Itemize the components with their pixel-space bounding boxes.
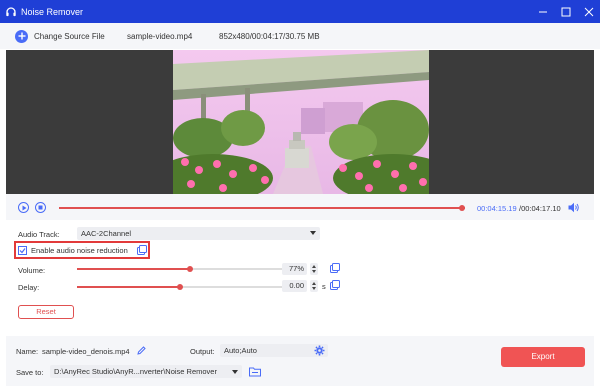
window-title: Noise Remover <box>21 6 84 17</box>
stop-button[interactable] <box>35 202 46 213</box>
volume-slider-fill <box>77 268 190 270</box>
volume-input[interactable]: 77% <box>282 263 307 275</box>
chevron-down-icon <box>232 369 238 374</box>
toolbar: Change Source File sample-video.mp4 852x… <box>0 23 600 49</box>
add-source-button[interactable] <box>15 29 28 43</box>
playback-bar: 00:04:15.19 /00:04:17.10 <box>6 194 594 220</box>
play-button[interactable] <box>18 202 29 213</box>
delay-unit: s <box>322 282 326 291</box>
export-button[interactable]: Export <box>501 347 585 367</box>
volume-stepper[interactable] <box>310 263 318 275</box>
check-icon <box>19 248 26 254</box>
source-file-info: 852x480/00:04:17/30.75 MB <box>219 32 320 41</box>
plus-icon <box>18 32 25 40</box>
noise-reduction-highlight: Enable audio noise reduction <box>14 241 150 259</box>
delay-stepper[interactable] <box>310 280 318 292</box>
audio-track-label: Audio Track: <box>18 230 60 239</box>
volume-icon[interactable] <box>568 202 580 213</box>
playback-handle[interactable] <box>459 205 466 211</box>
folder-icon[interactable] <box>249 366 261 379</box>
output-label: Output: <box>190 347 215 356</box>
volume-slider-handle[interactable] <box>186 266 193 272</box>
gear-icon[interactable] <box>314 345 325 357</box>
reset-button[interactable]: Reset <box>18 305 74 319</box>
playback-progress[interactable] <box>59 205 466 211</box>
video-frame[interactable] <box>173 50 429 194</box>
audio-track-value: AAC-2Channel <box>81 229 132 238</box>
delay-slider-handle[interactable] <box>176 284 183 290</box>
delay-apply-all-icon[interactable] <box>330 280 340 290</box>
name-label: Name: <box>16 347 39 356</box>
change-source-button[interactable]: Change Source File <box>34 32 105 41</box>
minimize-icon[interactable] <box>538 7 548 17</box>
delay-slider-fill <box>77 286 180 288</box>
volume-apply-all-icon[interactable] <box>330 263 340 273</box>
noise-reduction-label[interactable]: Enable audio noise reduction <box>31 246 128 255</box>
stop-icon <box>38 205 43 210</box>
edit-icon[interactable] <box>137 346 146 357</box>
total-time: /00:04:17.10 <box>519 204 561 213</box>
apply-all-icon[interactable] <box>137 245 147 255</box>
stepper-down-icon[interactable] <box>312 287 316 290</box>
video-preview <box>6 50 594 194</box>
output-format-value: Auto;Auto <box>224 346 257 355</box>
maximize-icon[interactable] <box>561 7 571 17</box>
volume-label: Volume: <box>18 266 46 275</box>
audio-settings: Audio Track: AAC-2Channel Enable audio n… <box>6 221 594 336</box>
current-time: 00:04:15.19 <box>477 204 517 213</box>
save-path-value: D:\AnyRec Studio\AnyR...nverter\Noise Re… <box>54 367 217 376</box>
stepper-up-icon[interactable] <box>312 282 316 285</box>
audio-track-select[interactable]: AAC-2Channel <box>77 227 320 240</box>
stepper-up-icon[interactable] <box>312 265 316 268</box>
noise-reduction-checkbox[interactable] <box>18 246 27 255</box>
headphones-icon <box>5 6 17 18</box>
save-to-label: Save to: <box>16 368 44 377</box>
title-bar: Noise Remover <box>0 0 600 23</box>
source-filename: sample-video.mp4 <box>127 32 193 41</box>
volume-slider[interactable] <box>77 266 282 272</box>
output-filename: sample-video_denois.mp4 <box>42 347 130 356</box>
output-footer: Name: sample-video_denois.mp4 Output: Au… <box>6 336 594 386</box>
output-format-field[interactable]: Auto;Auto <box>220 344 328 357</box>
save-path-select[interactable]: D:\AnyRec Studio\AnyR...nverter\Noise Re… <box>50 365 242 378</box>
stepper-down-icon[interactable] <box>312 270 316 273</box>
delay-label: Delay: <box>18 283 40 292</box>
delay-slider[interactable] <box>77 284 282 290</box>
close-icon[interactable] <box>584 7 594 17</box>
chevron-down-icon <box>310 231 316 235</box>
play-icon <box>22 205 26 210</box>
delay-input[interactable]: 0.00 <box>282 280 307 292</box>
